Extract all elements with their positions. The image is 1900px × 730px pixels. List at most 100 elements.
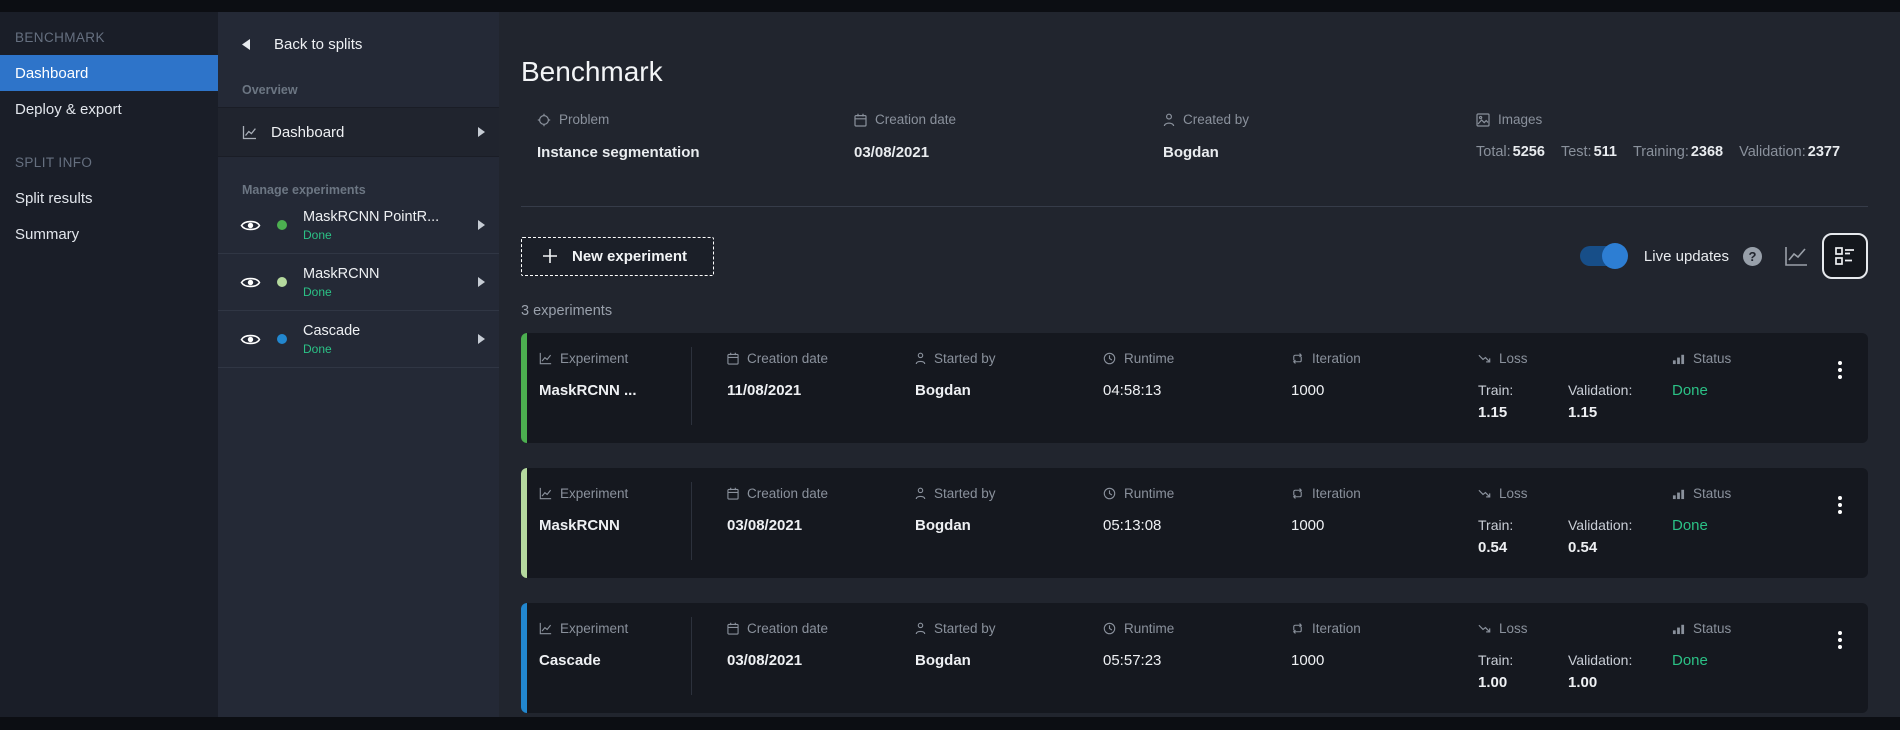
- experiment-chart-icon: [539, 487, 552, 500]
- loss-train-label: Train:: [1478, 652, 1542, 668]
- window-bottom-band: [0, 717, 1900, 730]
- column-label: Experiment: [560, 351, 628, 366]
- chevron-right-icon: [478, 334, 485, 344]
- overview-section-label: Overview: [218, 83, 499, 97]
- experiment-name: MaskRCNN: [303, 266, 478, 282]
- person-icon: [915, 352, 926, 365]
- experiment-name: MaskRCNN PointR...: [303, 209, 478, 225]
- new-experiment-button[interactable]: New experiment: [521, 237, 714, 276]
- window-top-band: [0, 0, 1900, 12]
- column-label: Loss: [1499, 621, 1528, 636]
- cell-started-by: Bogdan: [915, 382, 996, 399]
- column-label: Started by: [934, 486, 996, 501]
- card-divider: [691, 617, 692, 695]
- eye-visibility-icon[interactable]: [240, 218, 261, 233]
- cell-loss-validation: 1.15: [1568, 404, 1632, 421]
- meta-creation-date: Creation date 03/08/2021: [854, 112, 956, 161]
- live-updates-toggle[interactable]: [1580, 246, 1626, 266]
- cell-status: Done: [1672, 652, 1731, 669]
- person-icon: [915, 622, 926, 635]
- experiments-count: 3 experiments: [521, 303, 1868, 319]
- experiment-card[interactable]: Experiment MaskRCNN Creation date 03/08/…: [521, 468, 1868, 578]
- sidebar-item-summary[interactable]: Summary: [0, 216, 218, 252]
- eye-visibility-icon[interactable]: [240, 332, 261, 347]
- column-label: Iteration: [1312, 351, 1361, 366]
- experiment-status: Done: [303, 285, 478, 299]
- status-bars-icon: [1672, 352, 1685, 365]
- status-bars-icon: [1672, 487, 1685, 500]
- calendar-icon: [727, 622, 739, 635]
- cell-experiment: MaskRCNN: [539, 517, 628, 534]
- meta-creation-date-label: Creation date: [875, 112, 956, 127]
- experiment-card[interactable]: Experiment MaskRCNN ... Creation date 11…: [521, 333, 1868, 443]
- cell-runtime: 05:13:08: [1103, 517, 1174, 534]
- back-to-splits-button[interactable]: Back to splits: [218, 12, 499, 53]
- sidebar-item-dashboard[interactable]: Dashboard: [0, 55, 218, 91]
- calendar-icon: [727, 352, 739, 365]
- meta-creation-date-value: 03/08/2021: [854, 144, 956, 161]
- eye-visibility-icon[interactable]: [240, 275, 261, 290]
- meta-problem: Problem Instance segmentation: [537, 112, 700, 161]
- chevron-right-icon: [478, 220, 485, 230]
- sidebar-item-deploy-export[interactable]: Deploy & export: [0, 91, 218, 127]
- calendar-icon: [854, 113, 867, 127]
- app-window: BENCHMARK Dashboard Deploy & export SPLI…: [0, 0, 1900, 730]
- column-label: Runtime: [1124, 621, 1174, 636]
- experiment-color-bar: [521, 333, 527, 443]
- toggle-knob: [1602, 243, 1628, 269]
- column-label: Experiment: [560, 621, 628, 636]
- page-title: Benchmark: [521, 56, 1868, 88]
- column-label: Creation date: [747, 351, 828, 366]
- back-to-splits-label: Back to splits: [274, 36, 362, 53]
- line-chart-icon: [1784, 245, 1808, 267]
- back-arrow-icon: [242, 39, 250, 50]
- experiment-color-bar: [521, 603, 527, 713]
- chevron-right-icon: [478, 127, 485, 137]
- experiment-chart-icon: [539, 622, 552, 635]
- cell-experiment: MaskRCNN ...: [539, 382, 637, 399]
- column-label: Started by: [934, 351, 996, 366]
- panel-experiment-item[interactable]: MaskRCNN PointR... Done: [218, 197, 499, 254]
- person-icon: [1163, 113, 1175, 127]
- experiment-card[interactable]: Experiment Cascade Creation date 03/08/2…: [521, 603, 1868, 713]
- iteration-repeat-icon: [1291, 487, 1304, 500]
- column-label: Status: [1693, 621, 1731, 636]
- column-label: Started by: [934, 621, 996, 636]
- loss-validation-label: Validation:: [1568, 652, 1632, 668]
- list-view-button[interactable]: [1822, 233, 1868, 279]
- kebab-menu-button[interactable]: [1834, 627, 1846, 653]
- calendar-icon: [727, 487, 739, 500]
- meta-created-by-value: Bogdan: [1163, 144, 1249, 161]
- chart-view-button[interactable]: [1784, 245, 1808, 267]
- benchmark-panel: Back to splits Overview Dashboard Manage…: [218, 12, 499, 717]
- cell-iteration: 1000: [1291, 382, 1361, 399]
- panel-experiment-item[interactable]: MaskRCNN Done: [218, 254, 499, 311]
- column-label: Iteration: [1312, 621, 1361, 636]
- cell-runtime: 05:57:23: [1103, 652, 1174, 669]
- panel-experiment-item[interactable]: Cascade Done: [218, 311, 499, 368]
- help-icon[interactable]: ?: [1743, 247, 1762, 266]
- cell-runtime: 04:58:13: [1103, 382, 1174, 399]
- column-label: Creation date: [747, 621, 828, 636]
- loss-train-label: Train:: [1478, 517, 1542, 533]
- loss-trend-down-icon: [1478, 487, 1491, 500]
- experiment-name: Cascade: [303, 323, 478, 339]
- kebab-menu-button[interactable]: [1834, 357, 1846, 383]
- problem-target-icon: [537, 113, 551, 127]
- cell-iteration: 1000: [1291, 517, 1361, 534]
- cell-creation-date: 11/08/2021: [727, 382, 828, 399]
- primary-sidebar: BENCHMARK Dashboard Deploy & export SPLI…: [0, 12, 218, 717]
- image-counts: Total:5256 Test:511 Training:2368 Valida…: [1476, 144, 1840, 160]
- experiment-color-dot: [277, 334, 287, 344]
- plus-icon: [542, 248, 558, 264]
- experiments-list: Experiment MaskRCNN ... Creation date 11…: [521, 333, 1868, 713]
- panel-item-dashboard[interactable]: Dashboard: [218, 107, 499, 157]
- column-label: Status: [1693, 351, 1731, 366]
- kebab-menu-button[interactable]: [1834, 492, 1846, 518]
- cell-loss-train: 1.15: [1478, 404, 1542, 421]
- experiment-status: Done: [303, 228, 478, 242]
- line-chart-icon: [242, 125, 257, 140]
- iteration-repeat-icon: [1291, 352, 1304, 365]
- sidebar-item-split-results[interactable]: Split results: [0, 180, 218, 216]
- manage-experiments-label: Manage experiments: [218, 183, 499, 197]
